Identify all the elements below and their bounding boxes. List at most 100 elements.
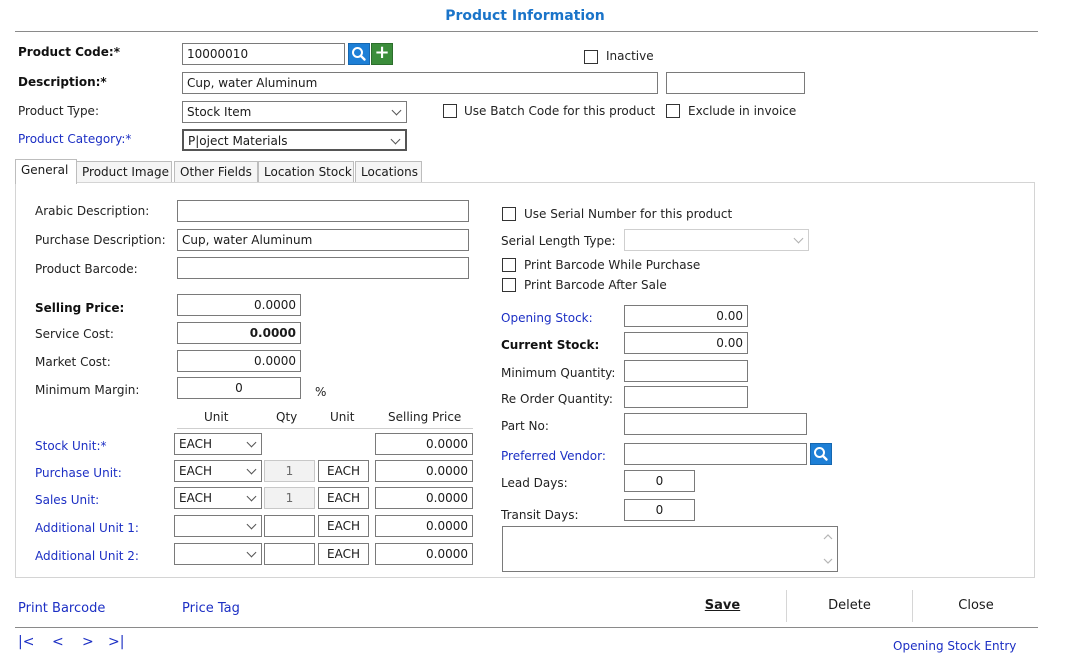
purchase-unit-qty-input[interactable]: 1 bbox=[264, 460, 315, 482]
chevron-down-icon bbox=[246, 437, 257, 448]
serial-length-select[interactable] bbox=[624, 229, 809, 251]
sales-unit-qty-input[interactable]: 1 bbox=[264, 487, 315, 509]
stock-unit-select[interactable]: EACH bbox=[174, 433, 262, 455]
batch-code-label: Use Batch Code for this product bbox=[464, 104, 656, 118]
unit-header-divider bbox=[177, 428, 473, 429]
window-title: Product Information bbox=[445, 8, 605, 24]
purchase-description-label: Purchase Description: bbox=[35, 233, 166, 247]
minimum-quantity-input[interactable] bbox=[624, 360, 748, 382]
nav-last-button[interactable]: >| bbox=[108, 634, 124, 650]
additional-unit-2-qty-input[interactable] bbox=[264, 543, 315, 565]
base-unit-header: Unit bbox=[330, 410, 355, 424]
batch-code-checkbox[interactable] bbox=[443, 104, 457, 118]
preferred-vendor-input[interactable] bbox=[624, 443, 807, 465]
vendor-search-button[interactable] bbox=[810, 443, 832, 465]
purchase-unit-value: EACH bbox=[179, 464, 212, 478]
print-barcode-purchase-checkbox[interactable] bbox=[502, 258, 516, 272]
inactive-label: Inactive bbox=[606, 49, 654, 63]
inactive-checkbox[interactable] bbox=[584, 50, 598, 64]
notes-textarea[interactable] bbox=[502, 526, 838, 572]
additional-unit-1-qty-input[interactable] bbox=[264, 515, 315, 537]
nav-first-button[interactable]: |< bbox=[18, 634, 34, 650]
tab-location-stock[interactable]: Location Stock bbox=[258, 161, 354, 183]
purchase-base-unit: EACH bbox=[318, 460, 369, 482]
service-cost-input[interactable]: 0.0000 bbox=[177, 322, 301, 344]
product-barcode-input[interactable] bbox=[177, 257, 469, 279]
close-button[interactable]: Close bbox=[914, 598, 1038, 613]
current-stock-label: Current Stock: bbox=[501, 338, 600, 352]
price-tag-link[interactable]: Price Tag bbox=[182, 601, 240, 616]
print-barcode-link[interactable]: Print Barcode bbox=[18, 601, 105, 616]
additional-unit-1-base-unit: EACH bbox=[318, 515, 369, 537]
sales-unit-label: Sales Unit: bbox=[35, 493, 100, 507]
selling-price-input[interactable]: 0.0000 bbox=[177, 294, 301, 316]
arabic-description-input[interactable] bbox=[177, 200, 469, 222]
reorder-quantity-input[interactable] bbox=[624, 386, 748, 408]
description-input[interactable]: Cup, water Aluminum bbox=[182, 72, 658, 94]
opening-stock-entry-link[interactable]: Opening Stock Entry bbox=[893, 639, 1016, 653]
tab-product-image[interactable]: Product Image bbox=[76, 161, 172, 183]
product-code-input[interactable]: 10000010 bbox=[182, 43, 345, 65]
tab-general[interactable]: General bbox=[15, 159, 77, 184]
reorder-quantity-label: Re Order Quantity: bbox=[501, 392, 613, 406]
qty-header: Qty bbox=[276, 410, 298, 424]
additional-unit-2-select[interactable] bbox=[174, 543, 262, 565]
purchase-unit-label: Purchase Unit: bbox=[35, 466, 122, 480]
chevron-down-icon bbox=[246, 547, 257, 558]
delete-button[interactable]: Delete bbox=[788, 598, 911, 613]
product-type-select[interactable]: Stock Item bbox=[182, 101, 407, 123]
add-product-button[interactable]: + bbox=[371, 43, 393, 65]
product-category-select[interactable]: P|oject Materials bbox=[182, 129, 407, 151]
current-stock-input[interactable]: 0.00 bbox=[624, 332, 748, 354]
additional-unit-1-label: Additional Unit 1: bbox=[35, 521, 139, 535]
plus-icon: + bbox=[374, 42, 390, 63]
sales-unit-price-input[interactable]: 0.0000 bbox=[375, 487, 473, 509]
minimum-margin-input[interactable]: 0 bbox=[177, 377, 301, 399]
tab-locations[interactable]: Locations bbox=[355, 161, 422, 183]
additional-unit-2-base-unit: EACH bbox=[318, 543, 369, 565]
serial-number-checkbox[interactable] bbox=[502, 207, 516, 221]
additional-unit-1-select[interactable] bbox=[174, 515, 262, 537]
footer-separator bbox=[912, 590, 913, 622]
chevron-down-icon bbox=[793, 233, 804, 244]
description-label: Description:* bbox=[18, 75, 107, 89]
purchase-description-input[interactable]: Cup, water Aluminum bbox=[177, 229, 469, 251]
chevron-down-icon bbox=[246, 491, 257, 502]
print-barcode-sale-checkbox[interactable] bbox=[502, 278, 516, 292]
stock-unit-price-input[interactable]: 0.0000 bbox=[375, 433, 473, 455]
unit-header: Unit bbox=[204, 410, 229, 424]
print-barcode-sale-label: Print Barcode After Sale bbox=[524, 278, 667, 292]
part-no-input[interactable] bbox=[624, 413, 807, 435]
product-barcode-label: Product Barcode: bbox=[35, 262, 138, 276]
nav-prev-button[interactable]: < bbox=[52, 634, 64, 650]
purchase-unit-price-input[interactable]: 0.0000 bbox=[375, 460, 473, 482]
save-button[interactable]: Save bbox=[661, 598, 784, 613]
scroll-down-icon[interactable] bbox=[823, 557, 833, 565]
minimum-quantity-label: Minimum Quantity: bbox=[501, 366, 616, 380]
market-cost-input[interactable]: 0.0000 bbox=[177, 350, 301, 372]
market-cost-label: Market Cost: bbox=[35, 355, 111, 369]
part-no-label: Part No: bbox=[501, 419, 549, 433]
sales-unit-select[interactable]: EACH bbox=[174, 487, 262, 509]
nav-next-button[interactable]: > bbox=[82, 634, 94, 650]
scroll-up-icon[interactable] bbox=[823, 533, 833, 541]
transit-days-input[interactable]: 0 bbox=[624, 499, 695, 521]
product-type-label: Product Type: bbox=[18, 104, 99, 118]
search-icon bbox=[814, 447, 828, 461]
purchase-unit-select[interactable]: EACH bbox=[174, 460, 262, 482]
additional-unit-2-label: Additional Unit 2: bbox=[35, 549, 139, 563]
percent-sign: % bbox=[315, 385, 327, 399]
stock-unit-value: EACH bbox=[179, 437, 212, 451]
opening-stock-label: Opening Stock: bbox=[501, 311, 593, 325]
lead-days-input[interactable]: 0 bbox=[624, 470, 695, 492]
description-extra-input[interactable] bbox=[666, 72, 805, 94]
opening-stock-input[interactable]: 0.00 bbox=[624, 305, 748, 327]
service-cost-label: Service Cost: bbox=[35, 327, 114, 341]
additional-unit-1-price-input[interactable]: 0.0000 bbox=[375, 515, 473, 537]
product-category-label: Product Category:* bbox=[18, 132, 132, 146]
tab-other-fields[interactable]: Other Fields bbox=[174, 161, 258, 183]
arabic-description-label: Arabic Description: bbox=[35, 204, 150, 218]
additional-unit-2-price-input[interactable]: 0.0000 bbox=[375, 543, 473, 565]
product-search-button[interactable] bbox=[348, 43, 370, 65]
exclude-invoice-checkbox[interactable] bbox=[666, 104, 680, 118]
